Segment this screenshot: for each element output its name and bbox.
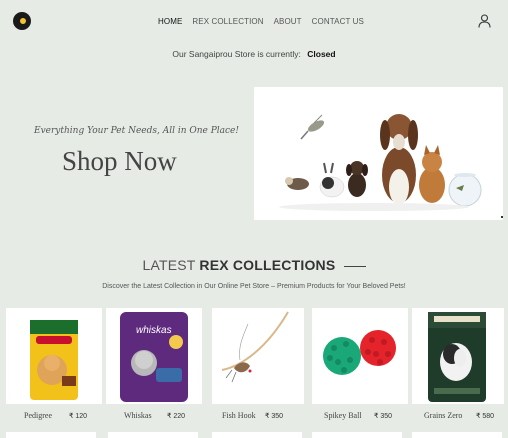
product-name[interactable]: Fish Hook <box>222 411 256 420</box>
shop-now-title[interactable]: Shop Now <box>62 146 177 177</box>
store-status-value: Closed <box>307 49 336 59</box>
store-status-label: Our Sangaiprou Store is currently: <box>172 49 301 59</box>
main-nav: HOME REX COLLECTION ABOUT CONTACT US <box>158 17 374 26</box>
svg-text:whiskas: whiskas <box>136 325 172 336</box>
product-price: ₹ 120 <box>69 413 88 420</box>
section-title-bold: REX COLLECTIONS <box>199 257 336 273</box>
product-price: ₹ 350 <box>374 413 393 420</box>
bird-image <box>300 114 325 140</box>
product-image-spikey-ball[interactable] <box>312 308 408 404</box>
product-card[interactable]: Spikey Ball ₹ 350 <box>312 308 408 428</box>
section-title: LATEST REX COLLECTIONS <box>0 257 508 273</box>
site-header: HOME REX COLLECTION ABOUT CONTACT US <box>0 0 508 44</box>
nav-rex-collection[interactable]: REX COLLECTION <box>192 17 263 26</box>
brand-logo[interactable] <box>13 12 31 30</box>
hero-pets-image <box>254 87 503 220</box>
user-icon[interactable] <box>478 14 491 28</box>
product-card[interactable]: whiskas Whiskas ₹ 220 <box>106 308 202 428</box>
product-price: ₹ 350 <box>265 413 284 420</box>
product-price: ₹ 220 <box>167 413 186 420</box>
hero-tagline: Everything Your Pet Needs, All in One Pl… <box>34 126 239 136</box>
product-card[interactable]: Fish Hook ₹ 350 <box>212 308 308 428</box>
product-card[interactable]: Pedigree ₹ 120 <box>6 308 102 428</box>
product-image-grains-zero[interactable] <box>412 308 504 404</box>
carousel-dot[interactable] <box>501 216 503 218</box>
product-name[interactable]: Grains Zero <box>424 411 462 420</box>
section-subtitle: Discover the Latest Collection in Our On… <box>102 283 406 290</box>
nav-contact-us[interactable]: CONTACT US <box>312 17 364 26</box>
product-image-pedigree[interactable] <box>6 308 102 404</box>
product-name[interactable]: Pedigree <box>24 411 52 420</box>
store-status: Our Sangaiprou Store is currently: Close… <box>0 49 508 59</box>
product-image-fish-hook[interactable] <box>212 308 304 404</box>
section-title-light: LATEST <box>142 257 196 273</box>
product-name[interactable]: Spikey Ball <box>324 411 362 420</box>
product-name[interactable]: Whiskas <box>124 411 152 420</box>
product-image-whiskas[interactable]: whiskas <box>106 308 202 404</box>
nav-home[interactable]: HOME <box>158 17 182 26</box>
product-price: ₹ 580 <box>476 413 495 420</box>
next-row-peek <box>0 432 508 438</box>
title-rule <box>343 265 366 267</box>
product-grid: Pedigree ₹ 120 whiskas Whiskas ₹ 220 Fis… <box>0 308 508 438</box>
product-card[interactable]: Grains Zero ₹ 580 <box>412 308 508 428</box>
nav-about[interactable]: ABOUT <box>274 17 302 26</box>
